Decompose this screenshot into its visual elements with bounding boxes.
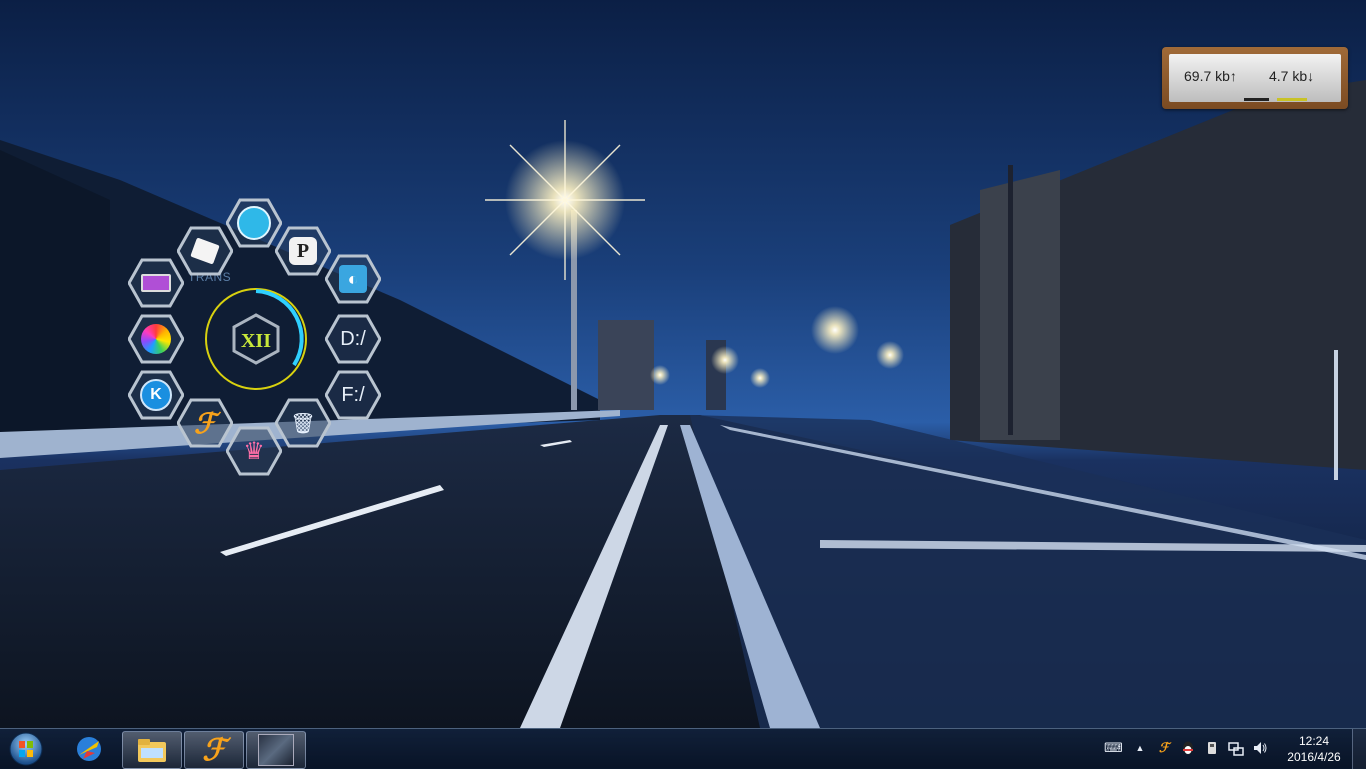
network-icon[interactable] (1228, 740, 1244, 756)
network-meter-panel: 69.7 kb↑ 4.7 kb↓ (1169, 54, 1341, 102)
taskbar-media[interactable] (246, 731, 306, 769)
download-speed: 4.7 kb↓ (1269, 68, 1315, 84)
clock-time: 12:24 (1298, 734, 1330, 748)
download-bar (1277, 98, 1307, 101)
drive-d-icon[interactable]: D:/ (325, 314, 381, 364)
media-thumbnail-icon (258, 734, 294, 766)
taskbar: ℱ ⌨ ▲ ℱ 12:24 2016/4/26 (0, 728, 1366, 769)
k-app-icon[interactable]: K (128, 370, 184, 420)
recycle-bin-icon[interactable]: 🗑 (275, 398, 331, 448)
browser-tray-icon[interactable]: ℱ (1156, 740, 1172, 756)
show-desktop-button[interactable] (1352, 729, 1366, 769)
file-explorer-icon (138, 739, 166, 762)
launcher-center-label: XII (241, 330, 271, 352)
paper-app-icon[interactable] (177, 226, 233, 276)
p-app-icon[interactable]: P (275, 226, 331, 276)
usb-icon[interactable] (1204, 740, 1220, 756)
taskbar-file-explorer[interactable] (122, 731, 182, 769)
pinwheel-app-icon[interactable] (128, 314, 184, 364)
drive-f-icon[interactable]: F:/ (325, 370, 381, 420)
taskbar-app-globe[interactable] (60, 731, 118, 767)
browser-f-icon[interactable]: ℱ (177, 398, 233, 448)
start-button[interactable] (4, 731, 48, 767)
volume-icon[interactable] (1252, 740, 1268, 756)
video-player-icon[interactable] (226, 198, 282, 248)
show-hidden-icon[interactable]: ▲ (1132, 740, 1148, 756)
taskbar-browser[interactable]: ℱ (184, 731, 244, 769)
laptop-icon[interactable] (128, 258, 184, 308)
clock-date: 2016/4/26 (1287, 750, 1341, 764)
windows-orb-icon (9, 732, 43, 766)
upload-bar (1244, 98, 1269, 101)
colorful-app-icon[interactable]: ♛ (226, 426, 282, 476)
system-clock[interactable]: 12:24 2016/4/26 (1278, 733, 1350, 765)
keyboard-icon[interactable]: ⌨ (1104, 740, 1123, 756)
qq-icon[interactable] (1180, 740, 1196, 756)
browser-f-icon: ℱ (202, 733, 226, 767)
network-meter-widget[interactable]: 69.7 kb↑ 4.7 kb↓ (1162, 47, 1348, 109)
upload-speed: 69.7 kb↑ (1184, 68, 1237, 84)
tool-app-icon[interactable]: ◐ (325, 254, 381, 304)
launcher-center-ring[interactable]: XII (202, 285, 310, 393)
app-globe-icon (77, 737, 101, 761)
